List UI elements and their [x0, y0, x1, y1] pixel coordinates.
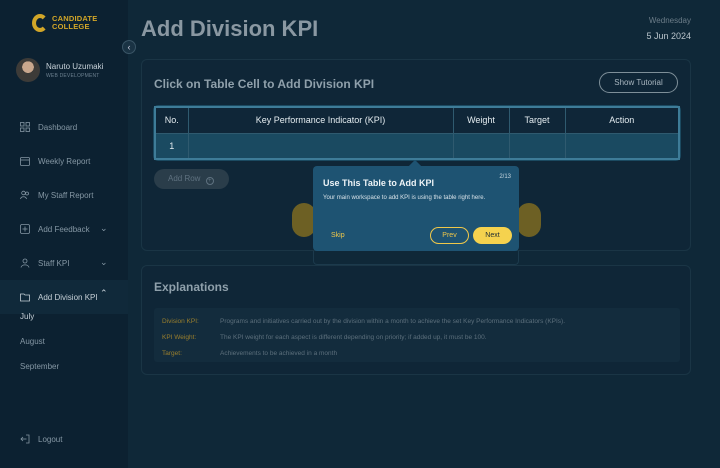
calendar-icon — [20, 157, 30, 166]
explanations-card: Explanations Division KPI: Programs and … — [141, 265, 691, 375]
explanations-list: Division KPI: Programs and initiatives c… — [154, 308, 680, 362]
tooltip-highlight-frame — [313, 251, 519, 265]
sidebar: CANDIDATE COLLEGE Naruto Uzumaki WEB DEV… — [0, 0, 128, 468]
submenu-item-august[interactable]: August — [20, 337, 45, 346]
user-name: Naruto Uzumaki — [46, 61, 104, 71]
sidebar-nav: Dashboard Weekly Report My Staff Report … — [0, 110, 128, 314]
explanation-value: Achievements to be achieved in a month — [220, 349, 338, 357]
folder-icon — [20, 293, 30, 302]
users-icon — [20, 190, 29, 200]
sidebar-item-dashboard[interactable]: Dashboard — [0, 110, 128, 144]
sidebar-item-weekly-report[interactable]: Weekly Report — [0, 144, 128, 178]
column-header-kpi: Key Performance Indicator (KPI) — [188, 107, 454, 134]
submenu-item-july[interactable]: July — [20, 312, 34, 321]
cell-action[interactable] — [565, 133, 679, 159]
cell-weight[interactable] — [453, 133, 510, 159]
tooltip-prev-button[interactable]: Prev — [430, 227, 469, 244]
show-tutorial-button[interactable]: Show Tutorial — [599, 72, 678, 93]
cell-target[interactable] — [509, 133, 566, 159]
collapse-sidebar-button[interactable]: ‹ — [122, 40, 136, 54]
current-date: 5 Jun 2024 — [646, 31, 691, 41]
avatar — [16, 58, 40, 82]
add-row-button[interactable]: Add Row + — [154, 169, 229, 189]
explanation-value: Programs and initiatives carried out by … — [220, 317, 566, 325]
page-title: Add Division KPI — [141, 16, 319, 41]
current-day: Wednesday — [648, 16, 691, 25]
column-header-target: Target — [509, 107, 566, 134]
plus-icon: + — [205, 177, 214, 185]
brand-logo-text: CANDIDATE COLLEGE — [52, 15, 97, 31]
tooltip-title: Use This Table to Add KPI — [323, 178, 435, 188]
cell-kpi[interactable] — [188, 133, 454, 159]
list-item: KPI Weight: The KPI weight for each aspe… — [162, 329, 672, 345]
sidebar-item-label: Add Feedback — [38, 224, 90, 234]
explanation-key: KPI Weight: — [162, 333, 197, 341]
column-header-weight: Weight — [453, 107, 510, 134]
logout-label: Logout — [38, 434, 63, 444]
kpi-table-card-title: Click on Table Cell to Add Division KPI — [154, 77, 375, 91]
tutorial-tooltip: Use This Table to Add KPI 2/13 Your main… — [313, 166, 519, 251]
table-header-row: No. Key Performance Indicator (KPI) Weig… — [155, 107, 679, 134]
tooltip-body: Your main workspace to add KPI is using … — [323, 195, 486, 201]
chevron-down-icon: ⌄ — [100, 223, 108, 233]
cell-no: 1 — [155, 133, 189, 159]
chevron-up-icon: ⌃ — [100, 288, 108, 298]
explanation-key: Division KPI: — [162, 317, 199, 325]
sidebar-item-label: Add Division KPI — [38, 292, 98, 302]
user-role: WEB DEVELOPMENT — [46, 72, 100, 79]
add-row-label: Add Row — [168, 174, 201, 183]
sidebar-item-label: Dashboard — [38, 122, 78, 132]
column-header-action: Action — [565, 107, 679, 134]
kpi-table: No. Key Performance Indicator (KPI) Weig… — [154, 106, 680, 160]
brand-line-2: COLLEGE — [52, 22, 90, 31]
sidebar-item-label: Staff KPI — [38, 258, 70, 268]
submit-button-right-obscured[interactable] — [517, 203, 541, 237]
explanation-key: Target: — [162, 349, 182, 357]
submenu-item-september[interactable]: September — [20, 362, 59, 371]
tooltip-step-counter: 2/13 — [499, 174, 511, 180]
sidebar-item-add-feedback[interactable]: Add Feedback ⌄ — [0, 212, 128, 246]
sidebar-item-add-division-kpi[interactable]: Add Division KPI ⌃ — [0, 280, 128, 314]
brand-logo[interactable]: CANDIDATE COLLEGE — [32, 14, 97, 32]
chevron-left-icon: ‹ — [127, 42, 131, 52]
logout-button[interactable]: Logout — [20, 434, 62, 444]
sidebar-item-label: My Staff Report — [38, 190, 94, 200]
sidebar-item-my-staff-report[interactable]: My Staff Report — [0, 178, 128, 212]
chevron-down-icon: ⌄ — [100, 257, 108, 267]
tooltip-next-button[interactable]: Next — [473, 227, 512, 244]
column-header-no: No. — [155, 107, 189, 134]
sidebar-item-staff-kpi[interactable]: Staff KPI ⌄ — [0, 246, 128, 280]
brand-logo-mark-icon — [32, 14, 48, 32]
table-row: 1 — [155, 133, 679, 159]
plus-square-icon — [20, 224, 30, 234]
list-item: Division KPI: Programs and initiatives c… — [162, 313, 672, 329]
sidebar-item-label: Weekly Report — [38, 156, 91, 166]
list-item: Target: Achievements to be achieved in a… — [162, 345, 672, 361]
tooltip-skip-button[interactable]: Skip — [331, 232, 345, 239]
user-icon — [20, 258, 30, 268]
grid-icon — [20, 122, 30, 132]
explanation-value: The KPI weight for each aspect is differ… — [220, 333, 487, 341]
explanations-title: Explanations — [154, 280, 229, 294]
logout-icon — [20, 434, 30, 444]
user-profile[interactable]: Naruto Uzumaki WEB DEVELOPMENT — [16, 58, 103, 82]
